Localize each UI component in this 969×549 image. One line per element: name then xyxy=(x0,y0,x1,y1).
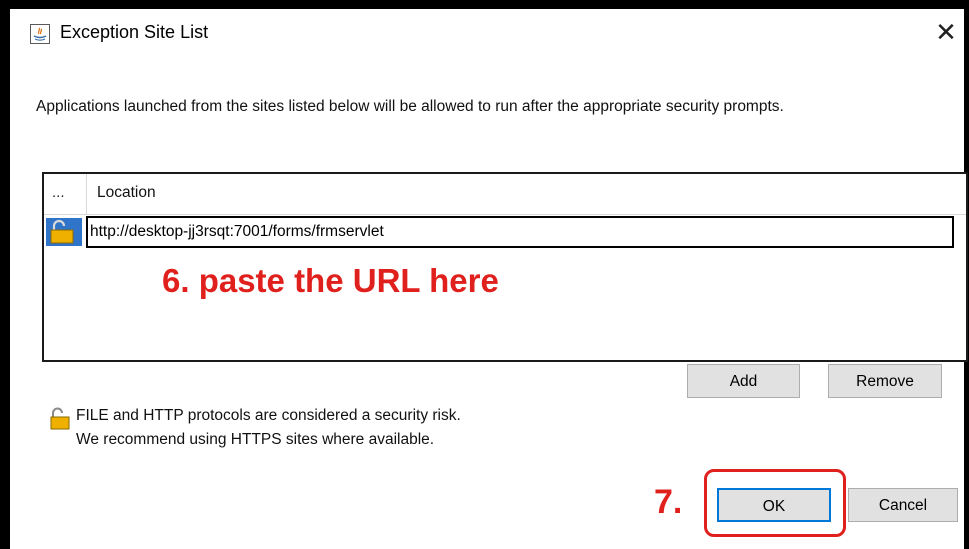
cancel-button[interactable]: Cancel xyxy=(848,488,958,522)
table-header: ... Location xyxy=(44,174,966,215)
close-icon[interactable]: ✕ xyxy=(932,17,960,47)
warning-line-1: FILE and HTTP protocols are considered a… xyxy=(76,407,461,424)
ok-button[interactable]: OK xyxy=(717,488,831,522)
location-input[interactable] xyxy=(86,216,954,248)
exception-site-list-dialog: Exception Site List ✕ Applications launc… xyxy=(10,9,968,549)
add-button[interactable]: Add xyxy=(687,364,800,398)
unlocked-padlock-icon xyxy=(46,218,82,246)
column-header-options[interactable]: ... xyxy=(52,184,65,201)
remove-button[interactable]: Remove xyxy=(828,364,942,398)
java-icon xyxy=(30,24,50,44)
annotation-step-7: 7. xyxy=(654,483,683,521)
title-bar: Exception Site List ✕ xyxy=(10,9,964,59)
dialog-description: Applications launched from the sites lis… xyxy=(36,98,784,115)
security-warning-text: FILE and HTTP protocols are considered a… xyxy=(76,404,461,452)
column-header-location[interactable]: Location xyxy=(97,184,156,202)
security-warning-icon xyxy=(50,407,70,430)
dialog-title: Exception Site List xyxy=(60,22,209,42)
table-row[interactable] xyxy=(44,215,966,249)
annotation-step-6: 6. paste the URL here xyxy=(162,262,499,299)
column-divider xyxy=(86,174,87,214)
warning-line-2: We recommend using HTTPS sites where ava… xyxy=(76,431,435,448)
